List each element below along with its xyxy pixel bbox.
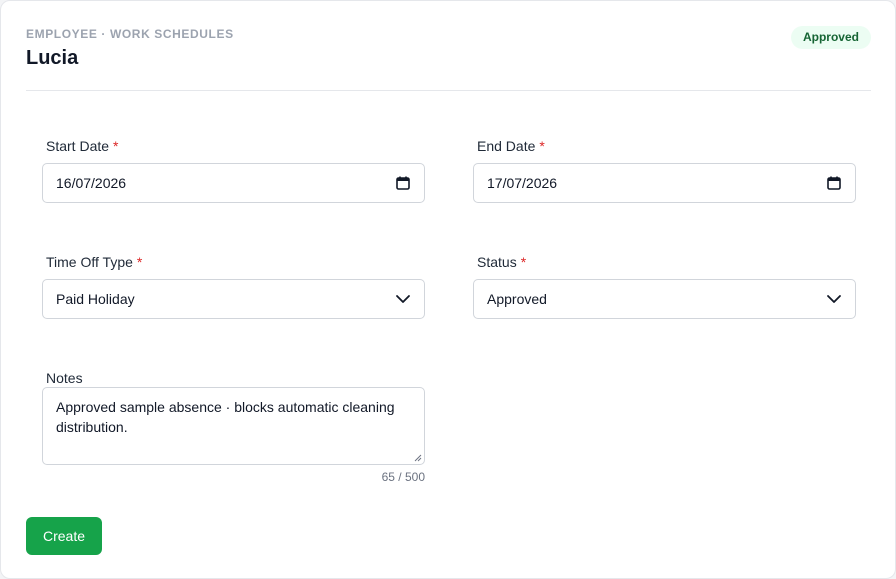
page-overline: EMPLOYEE · WORK SCHEDULES — [26, 27, 234, 41]
start-date-label-text: Start Date — [46, 138, 110, 154]
notes-character-counter: 65 / 500 — [381, 470, 425, 484]
page-title: Lucia — [26, 47, 79, 69]
status-badge: Approved — [790, 26, 871, 49]
chevron-down-icon — [827, 295, 841, 303]
end-date-value: 17/07/2026 — [487, 175, 558, 191]
start-date-input[interactable]: 16/07/2026 — [42, 163, 425, 203]
notes-textarea[interactable]: Approved sample absence · blocks automat… — [42, 387, 425, 465]
time-off-type-label-text: Time Off Type — [46, 254, 133, 270]
time-off-type-value: Paid Holiday — [56, 291, 135, 307]
notes-label: Notes — [46, 370, 83, 386]
header-divider — [26, 90, 871, 91]
create-button[interactable]: Create — [26, 517, 102, 555]
end-date-input[interactable]: 17/07/2026 — [473, 163, 856, 203]
start-date-label: Start Date * — [46, 138, 118, 154]
start-date-value: 16/07/2026 — [56, 175, 127, 191]
calendar-icon[interactable] — [826, 175, 842, 191]
notes-value: Approved sample absence · blocks automat… — [56, 399, 395, 435]
time-off-type-select[interactable]: Paid Holiday — [42, 279, 425, 319]
required-mark: * — [520, 254, 527, 270]
time-off-type-label: Time Off Type * — [46, 254, 142, 270]
status-select[interactable]: Approved — [473, 279, 856, 319]
required-mark: * — [136, 254, 143, 270]
calendar-icon[interactable] — [395, 175, 411, 191]
status-value: Approved — [487, 291, 547, 307]
status-label: Status * — [477, 254, 526, 270]
required-mark: * — [539, 138, 545, 154]
end-date-label-text: End Date — [477, 138, 536, 154]
required-mark: * — [113, 138, 119, 154]
schedule-form-card: EMPLOYEE · WORK SCHEDULES Lucia Approved… — [0, 0, 896, 579]
chevron-down-icon — [396, 295, 410, 303]
end-date-label: End Date * — [477, 138, 545, 154]
resize-handle-icon[interactable] — [414, 454, 422, 462]
status-label-text: Status — [477, 254, 517, 270]
